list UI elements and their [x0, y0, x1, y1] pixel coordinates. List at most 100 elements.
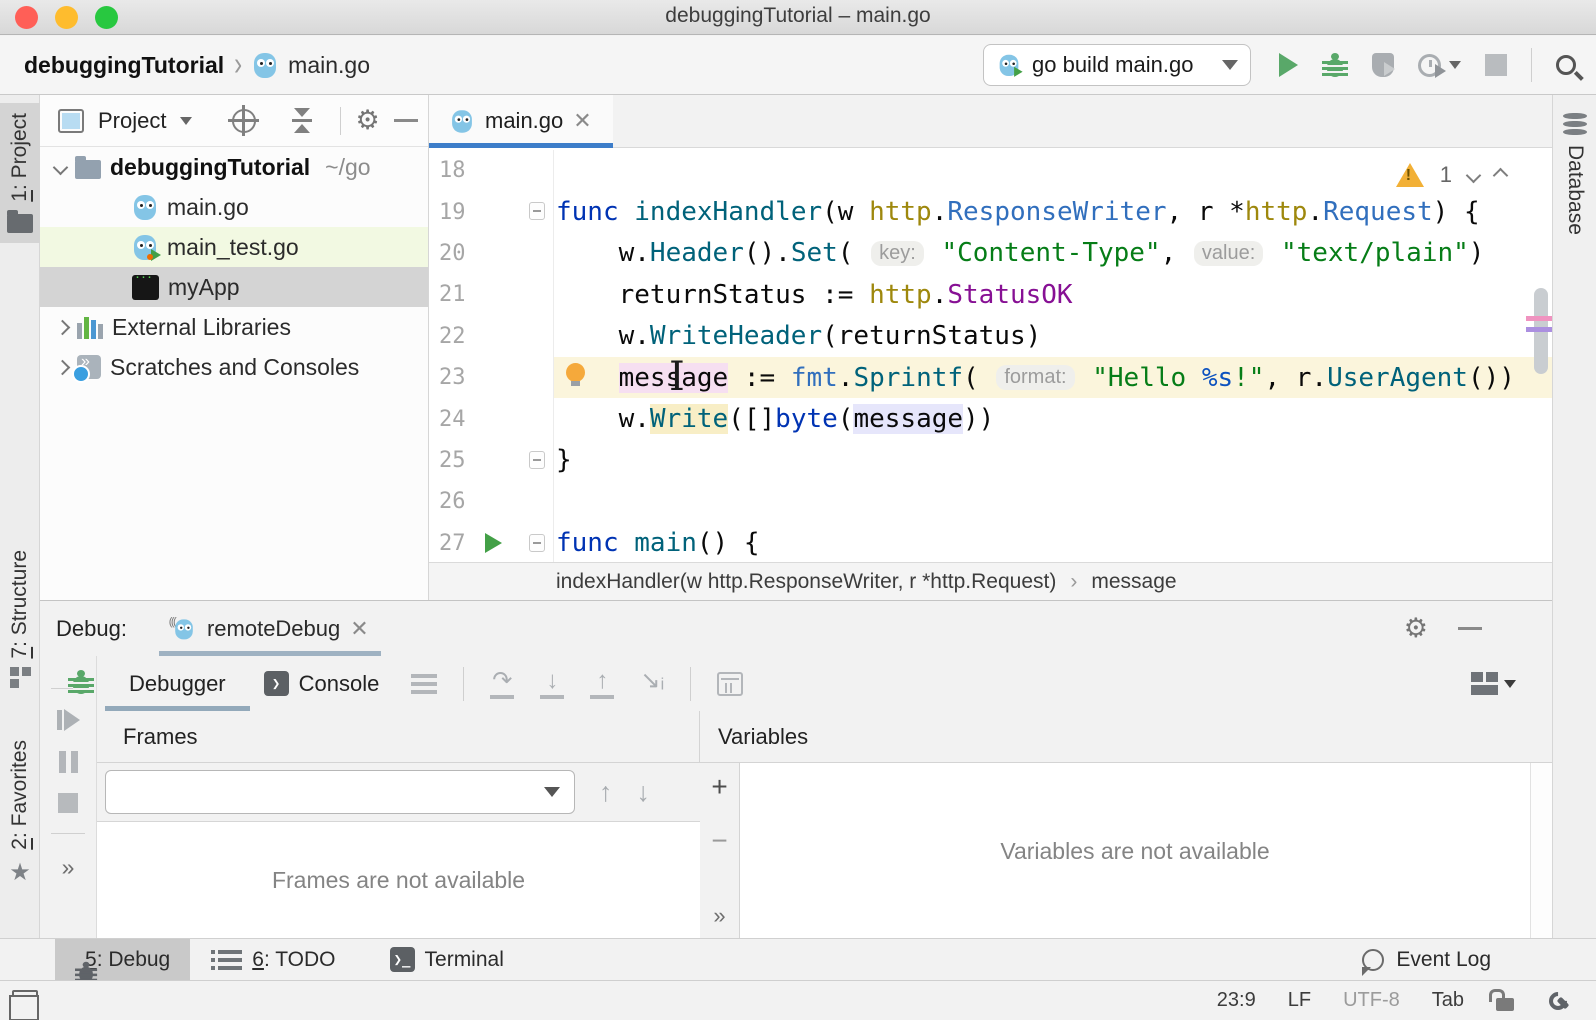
- gutter[interactable]: [477, 481, 554, 523]
- frame-down-button[interactable]: ↓: [637, 777, 651, 808]
- indent-style[interactable]: Tab: [1432, 989, 1464, 1012]
- search-everywhere-button[interactable]: [1556, 55, 1576, 75]
- toolbar-button-debug[interactable]: 5: Debug: [55, 939, 191, 982]
- collapse-all-button[interactable]: [292, 108, 313, 133]
- step-over-button[interactable]: ↷: [490, 668, 515, 699]
- caret-position[interactable]: 23:9: [1217, 989, 1256, 1012]
- fold-marker-icon[interactable]: [529, 202, 545, 221]
- gutter[interactable]: [477, 274, 554, 316]
- chevron-right-icon[interactable]: [54, 319, 71, 335]
- gutter[interactable]: [477, 439, 554, 482]
- code-line-19[interactable]: 19 func indexHandler (w http. ResponseWrite…: [429, 191, 1552, 233]
- code-line-27[interactable]: 27 func main() {: [429, 522, 1552, 562]
- step-into-button[interactable]: ↓: [540, 668, 565, 699]
- run-line-icon[interactable]: [485, 532, 502, 553]
- resume-button[interactable]: [56, 709, 80, 731]
- code-line-22[interactable]: 22 w. WriteHeader (returnStatus): [429, 315, 1552, 357]
- code-line-25[interactable]: 25}: [429, 439, 1552, 482]
- gutter[interactable]: [477, 191, 554, 233]
- variables-scroll-track[interactable]: [1530, 763, 1552, 939]
- stripe-button-database[interactable]: Database: [1553, 113, 1596, 235]
- stripe-button-structure[interactable]: 7: Structure: [0, 540, 40, 698]
- debug-button[interactable]: [1322, 51, 1348, 79]
- toolbar-button-event-log[interactable]: Event Log: [1342, 939, 1511, 980]
- chevron-right-icon[interactable]: [54, 359, 71, 375]
- code-line-26[interactable]: 26: [429, 481, 1552, 523]
- next-warning-chevron-icon[interactable]: [1465, 167, 1482, 183]
- fold-marker-icon[interactable]: [529, 533, 545, 552]
- gutter[interactable]: [477, 356, 554, 399]
- view-options-icon[interactable]: [411, 673, 438, 694]
- close-session-icon[interactable]: ✕: [350, 616, 368, 642]
- tree-row-main-go[interactable]: main.go: [40, 187, 428, 227]
- code-line-21[interactable]: 21 returnStatus := http. StatusOK: [429, 274, 1552, 316]
- frame-up-button[interactable]: ↑: [599, 777, 613, 808]
- breadcrumb-function[interactable]: indexHandler(w http.ResponseWriter, r *h…: [556, 570, 1056, 594]
- window-layout-icon[interactable]: [9, 989, 39, 1020]
- run-button[interactable]: [1279, 53, 1298, 77]
- code-area[interactable]: 18 19 func indexHandler (w http. ResponseWri…: [429, 148, 1552, 562]
- stripe-button-project[interactable]: 1: Project: [0, 103, 40, 243]
- breadcrumb-file[interactable]: main.go: [288, 52, 370, 79]
- unlock-icon[interactable]: [1489, 989, 1514, 1011]
- run-to-cursor-button[interactable]: ↘ᵢ: [640, 668, 664, 699]
- stop-button[interactable]: [1485, 54, 1507, 76]
- add-watch-button[interactable]: +: [711, 773, 727, 801]
- line-ending[interactable]: LF: [1288, 989, 1311, 1012]
- gutter[interactable]: [477, 522, 554, 562]
- tree-row-main-test-go[interactable]: main_test.go: [40, 227, 428, 267]
- project-view-chevron-icon[interactable]: [180, 116, 193, 125]
- project-settings-gear-icon[interactable]: ⚙: [355, 107, 379, 134]
- tree-row-external-libraries[interactable]: External Libraries: [40, 307, 428, 347]
- breadcrumb-project[interactable]: debuggingTutorial: [24, 52, 224, 79]
- fold-marker-icon[interactable]: [529, 450, 545, 469]
- tree-row-myapp[interactable]: myApp: [40, 267, 428, 307]
- layout-settings-button[interactable]: [1471, 672, 1516, 695]
- stripe-button-favorites[interactable]: 2: Favorites ★: [0, 730, 40, 897]
- project-tree: debuggingTutorial ~/go main.go main_test…: [40, 147, 428, 387]
- code-line-20[interactable]: 20 w. Header (). Set( key: "Content-Type", …: [429, 232, 1552, 275]
- step-out-button[interactable]: ↑: [590, 668, 615, 699]
- run-with-coverage-button[interactable]: [1372, 53, 1395, 77]
- tab-console[interactable]: ❯ Console: [258, 656, 386, 711]
- hide-project-panel-button[interactable]: [393, 119, 418, 122]
- error-stripe-mark[interactable]: [1526, 327, 1552, 332]
- more-actions-button[interactable]: »: [62, 854, 75, 881]
- toolbar-button-todo[interactable]: 6: TODO: [190, 939, 355, 980]
- editor-tab-main-go[interactable]: main.go ✕: [429, 95, 613, 148]
- gutter[interactable]: [477, 315, 554, 357]
- project-panel-title[interactable]: Project: [98, 108, 166, 134]
- remove-watch-button[interactable]: −: [711, 827, 727, 855]
- tree-row-scratches[interactable]: Scratches and Consoles: [40, 347, 428, 387]
- intention-bulb-icon[interactable]: [566, 362, 585, 386]
- profiler-button[interactable]: [1418, 53, 1461, 78]
- code-line-23[interactable]: 23 message := fmt. Sprintf( format: "Hell…: [429, 356, 1552, 399]
- prev-warning-chevron-icon[interactable]: [1492, 167, 1509, 183]
- run-configuration-select[interactable]: go build main.go: [983, 44, 1251, 86]
- more-watch-button[interactable]: »: [713, 905, 725, 927]
- gutter[interactable]: [477, 232, 554, 275]
- tree-row-root[interactable]: debuggingTutorial ~/go: [40, 147, 428, 187]
- error-stripe-mark[interactable]: [1526, 316, 1552, 321]
- gutter[interactable]: [477, 150, 554, 192]
- debug-session-tab[interactable]: ((( remoteDebug ✕: [155, 601, 385, 656]
- hide-debug-panel-button[interactable]: [1458, 627, 1482, 630]
- close-tab-icon[interactable]: ✕: [573, 108, 591, 134]
- inspections-widget[interactable]: 1: [1395, 162, 1509, 188]
- pause-button[interactable]: [58, 751, 78, 773]
- breadcrumb-member[interactable]: message: [1091, 570, 1176, 594]
- locate-file-button[interactable]: [228, 104, 260, 136]
- wrench-icon[interactable]: [1546, 989, 1570, 1013]
- debug-settings-gear-icon[interactable]: ⚙: [1404, 615, 1428, 642]
- file-encoding[interactable]: UTF-8: [1343, 989, 1400, 1012]
- evaluate-expression-icon[interactable]: [717, 671, 744, 696]
- thread-select[interactable]: [105, 770, 575, 814]
- gutter[interactable]: [477, 398, 554, 440]
- tab-debugger[interactable]: Debugger: [105, 656, 250, 711]
- go-test-file-icon: [132, 233, 161, 261]
- code-line-18[interactable]: 18: [429, 150, 1552, 192]
- toolbar-button-terminal[interactable]: ❯_ Terminal: [370, 939, 524, 980]
- code-line-24[interactable]: 24 w. Write([] byte(message)): [429, 398, 1552, 440]
- stop-debug-button[interactable]: [58, 793, 78, 813]
- chevron-down-icon[interactable]: [52, 159, 69, 175]
